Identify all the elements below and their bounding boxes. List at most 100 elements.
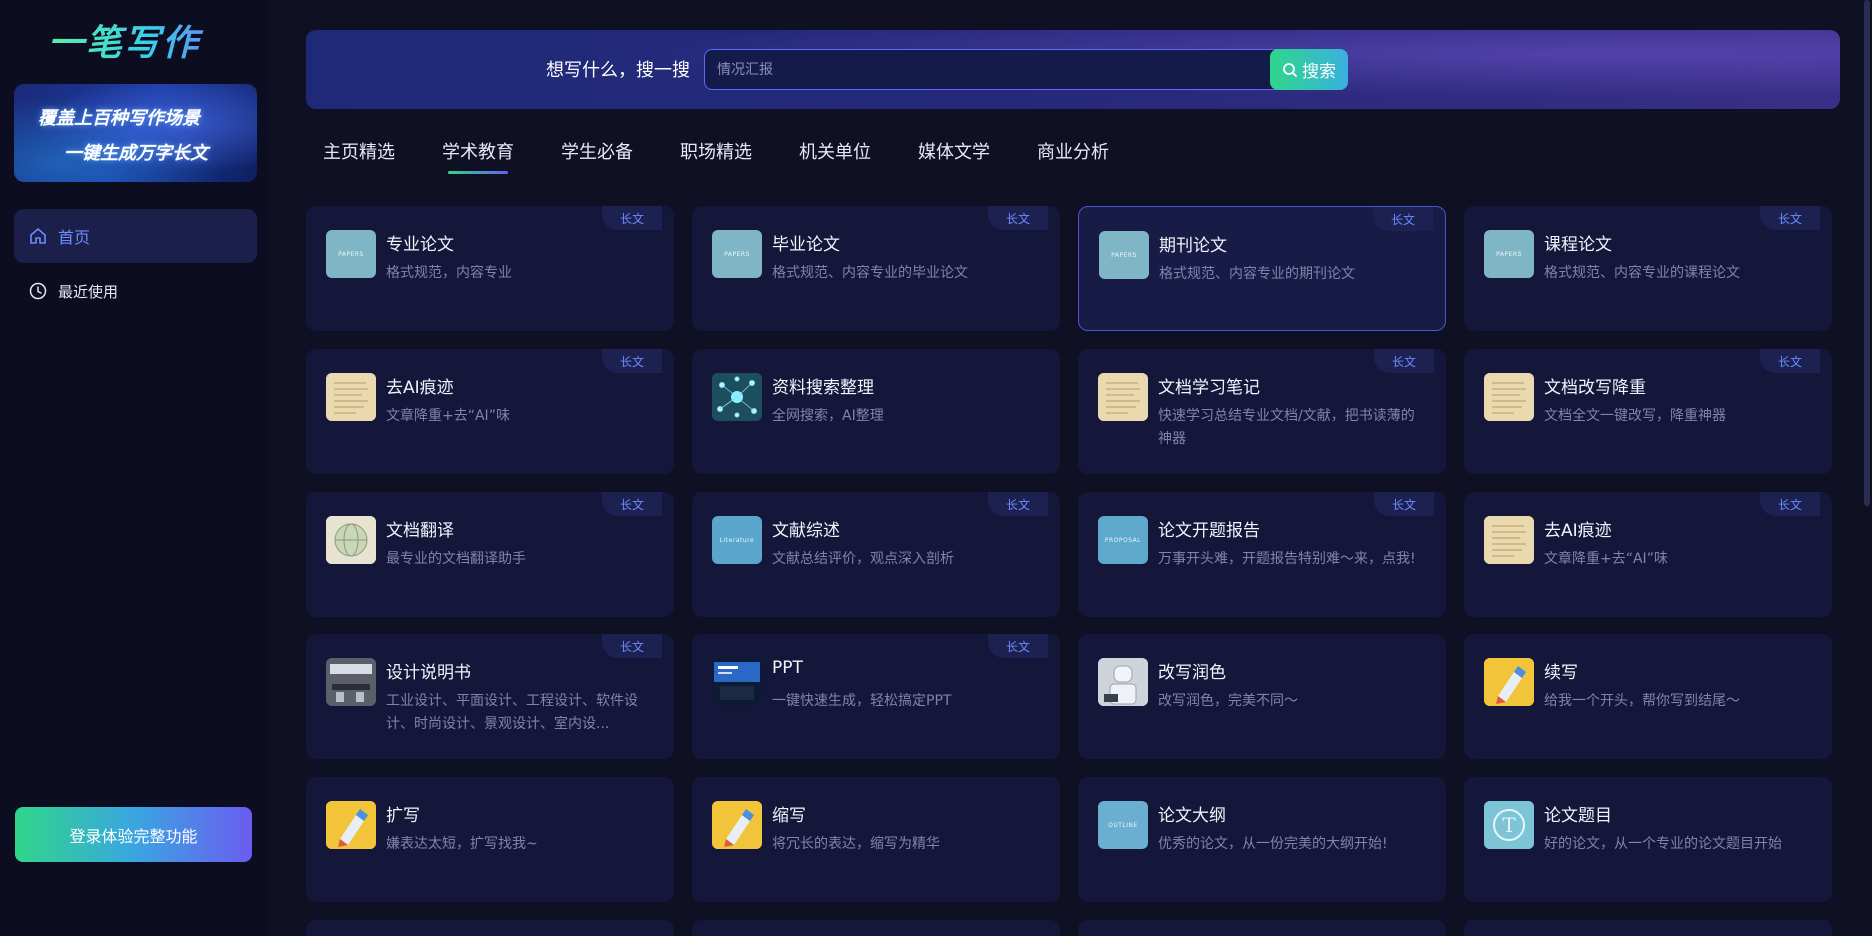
card-title: 论文题目 — [1544, 806, 1612, 826]
long-text-badge: 长文 — [988, 634, 1048, 658]
banner-line-1: 覆盖上百种写作场景 — [38, 108, 200, 129]
card-description: 好的论文，从一个专业的论文题目开始 — [1544, 836, 1782, 852]
sidebar-item-label: 最近使用 — [58, 282, 119, 301]
slides-thumbnail — [712, 658, 762, 706]
card-description: 文献总结评价，观点深入剖析 — [772, 551, 954, 567]
tool-card[interactable]: OUTLINE 论文大纲 优秀的论文，从一份完美的大纲开始! — [1078, 777, 1446, 902]
tool-card[interactable]: 去AI痕迹 文章降重+去“AI”味 长文 — [1464, 492, 1832, 617]
search-banner: 想写什么，搜一搜 搜索 — [306, 30, 1840, 109]
tool-card[interactable]: 文档改写降重文档全文一键改写，降重神器 长文 — [1464, 349, 1832, 474]
card-title: 文档改写降重 — [1544, 378, 1646, 398]
card-description: 格式规范，内容专业 — [386, 265, 512, 281]
card-title: 去AI痕迹 — [386, 378, 454, 398]
card-title: 专业论文 — [386, 235, 454, 255]
tool-card[interactable]: 缩写将冗长的表达，缩写为精华 — [692, 777, 1060, 902]
papers-thumbnail: PAPERS — [712, 230, 762, 278]
card-description: 格式规范、内容专业的课程论文 — [1544, 265, 1740, 281]
long-text-badge: 长文 — [1760, 206, 1820, 230]
tool-card[interactable] — [692, 920, 1060, 936]
search-box: 搜索 — [704, 49, 1348, 90]
network-thumbnail — [712, 373, 762, 421]
tool-card[interactable]: PAPERS 毕业论文 格式规范、内容专业的毕业论文 长文 — [692, 206, 1060, 331]
card-description: 改写润色，完美不同～ — [1158, 693, 1298, 709]
tool-card-grid: PAPERS 专业论文 格式规范，内容专业 长文 PAPERS 毕业论文 格式规范、内容专业… — [306, 206, 1836, 936]
home-icon — [28, 226, 48, 246]
pen-thumbnail — [1484, 658, 1534, 706]
long-text-badge: 长文 — [988, 492, 1048, 516]
tab-home-picks[interactable]: 主页精选 — [323, 138, 395, 168]
long-text-badge: 长文 — [602, 634, 662, 658]
card-description: 全网搜索，AI整理 — [772, 408, 884, 424]
card-title: 改写润色 — [1158, 663, 1226, 683]
papers-thumbnail: PAPERS — [326, 230, 376, 278]
tab-workplace[interactable]: 职场精选 — [680, 138, 752, 168]
long-text-badge: 长文 — [602, 206, 662, 230]
card-title: 课程论文 — [1544, 235, 1612, 255]
tab-business[interactable]: 商业分析 — [1037, 138, 1109, 168]
parchment-thumbnail — [1484, 373, 1534, 421]
tool-card[interactable]: 文档翻译 最专业的文档翻译助手 长文 — [306, 492, 674, 617]
long-text-badge: 长文 — [1760, 349, 1820, 373]
card-title: 论文大纲 — [1158, 806, 1226, 826]
card-title: PPT — [772, 658, 803, 678]
login-button[interactable]: 登录体验完整功能 — [15, 807, 252, 862]
tool-card[interactable]: 文档学习笔记 快速学习总结专业文档/文献，把书读薄的神器 长文 — [1078, 349, 1446, 474]
app-logo[interactable]: 一笔写作 — [48, 14, 228, 66]
parchment-thumbnail — [1098, 373, 1148, 421]
card-title: 文献综述 — [772, 521, 840, 541]
long-text-badge: 长文 — [1373, 207, 1433, 231]
search-button[interactable]: 搜索 — [1270, 49, 1348, 90]
pen-thumbnail — [712, 801, 762, 849]
tool-card[interactable]: 去AI痕迹 文章降重+去“AI”味 长文 — [306, 349, 674, 474]
card-description: 文档全文一键改写，降重神器 — [1544, 408, 1726, 424]
sidebar-item-recent[interactable]: 最近使用 — [14, 264, 257, 318]
card-description: 工业设计、平面设计、工程设计、软件设计、时尚设计、景观设计、室内设... — [386, 693, 638, 732]
tab-academic[interactable]: 学术教育 — [442, 138, 514, 174]
tool-card[interactable]: 设计说明书工业设计、平面设计、工程设计、软件设计、时尚设计、景观设计、室内设..… — [306, 634, 674, 759]
tool-card[interactable]: PAPERS 课程论文格式规范、内容专业的课程论文 长文 — [1464, 206, 1832, 331]
promo-banner[interactable]: 覆盖上百种写作场景 一键生成万字长文 — [14, 84, 257, 182]
card-description: 嫌表达太短，扩写找我~ — [386, 836, 538, 852]
tool-card[interactable]: Literature 文献综述文献总结评价，观点深入剖析 长文 — [692, 492, 1060, 617]
search-label: 想写什么，搜一搜 — [546, 60, 690, 81]
tab-student[interactable]: 学生必备 — [561, 138, 633, 168]
card-description: 将冗长的表达，缩写为精华 — [772, 836, 940, 852]
tool-card[interactable]: 扩写嫌表达太短，扩写找我~ — [306, 777, 674, 902]
tool-card[interactable]: PPT 一键快速生成，轻松搞定PPT 长文 — [692, 634, 1060, 759]
literature-thumbnail: Literature — [712, 516, 762, 564]
tool-card[interactable] — [306, 920, 674, 936]
long-text-badge: 长文 — [1374, 349, 1434, 373]
outline-thumbnail: OUTLINE — [1098, 801, 1148, 849]
tab-government[interactable]: 机关单位 — [799, 138, 871, 168]
tool-card[interactable]: PAPERS 期刊论文 格式规范、内容专业的期刊论文 长文 — [1078, 206, 1446, 331]
tool-card[interactable]: 资料搜索整理全网搜索，AI整理 — [692, 349, 1060, 474]
tool-card[interactable] — [1078, 920, 1446, 936]
card-title: 论文开题报告 — [1158, 521, 1260, 541]
tool-card[interactable] — [1464, 920, 1832, 936]
office-thumbnail — [326, 658, 376, 706]
globe-thumbnail — [326, 516, 376, 564]
scrollbar[interactable] — [1864, 0, 1870, 506]
category-tabs: 主页精选 学术教育 学生必备 职场精选 机关单位 媒体文学 商业分析 — [323, 138, 1156, 178]
tool-card[interactable]: PAPERS 专业论文格式规范，内容专业 长文 — [306, 206, 674, 331]
search-icon — [1282, 62, 1298, 78]
card-title: 扩写 — [386, 806, 420, 826]
card-title: 缩写 — [772, 806, 806, 826]
tool-card[interactable]: T 论文题目 好的论文，从一个专业的论文题目开始 — [1464, 777, 1832, 902]
sidebar-item-home[interactable]: 首页 — [14, 209, 257, 263]
parchment-thumbnail — [326, 373, 376, 421]
card-title: 设计说明书 — [386, 663, 471, 683]
tool-card[interactable]: PROPOSAL 论文开题报告 万事开头难，开题报告特别难～来，点我! 长文 — [1078, 492, 1446, 617]
card-title: 资料搜索整理 — [772, 378, 874, 398]
papers-thumbnail: PAPERS — [1484, 230, 1534, 278]
card-title: 毕业论文 — [772, 235, 840, 255]
sidebar: 一笔写作 覆盖上百种写作场景 一键生成万字长文 首页 最近使用 登录体验完整功能 — [0, 0, 268, 936]
tool-card[interactable]: 续写 给我一个开头，帮你写到结尾～ — [1464, 634, 1832, 759]
proposal-thumbnail: PROPOSAL — [1098, 516, 1148, 564]
card-description: 格式规范、内容专业的毕业论文 — [772, 265, 968, 281]
card-title: 续写 — [1544, 663, 1578, 683]
search-input[interactable] — [717, 50, 1237, 89]
tool-card[interactable]: 改写润色改写润色，完美不同～ — [1078, 634, 1446, 759]
tab-media-literature[interactable]: 媒体文学 — [918, 138, 990, 168]
search-button-label: 搜索 — [1302, 62, 1336, 82]
